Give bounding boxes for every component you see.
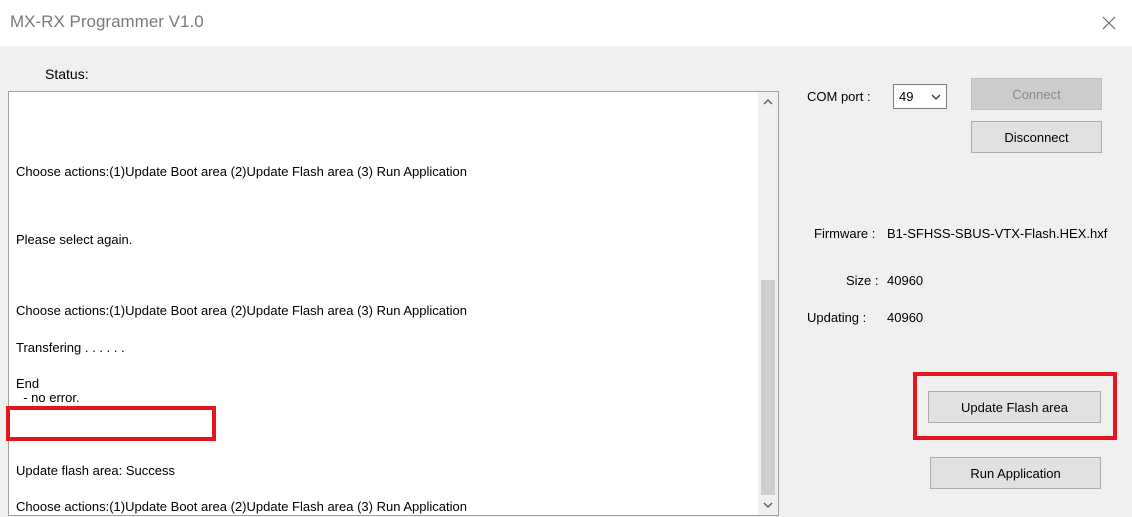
close-icon: [1102, 16, 1116, 30]
log-line: Choose actions:(1)Update Boot area (2)Up…: [16, 164, 467, 179]
log-line: - no error.: [16, 390, 80, 405]
firmware-label: Firmware :: [814, 226, 876, 241]
scroll-thumb[interactable]: [761, 280, 775, 495]
connect-button[interactable]: Connect: [971, 78, 1102, 110]
chevron-up-icon: [763, 98, 773, 105]
log-line-success: Update flash area: Success: [16, 463, 175, 478]
disconnect-button[interactable]: Disconnect: [971, 121, 1102, 153]
control-panel: COM port : 49 Connect Disconnect Firmwar…: [783, 46, 1132, 517]
log-line: Please select again.: [16, 232, 133, 247]
title-bar: MX-RX Programmer V1.0: [0, 0, 1132, 46]
updating-value: 40960: [887, 310, 924, 325]
log-line: Choose actions:(1)Update Boot area (2)Up…: [16, 499, 467, 514]
com-port-select[interactable]: 49: [893, 84, 947, 109]
updating-label: Updating :: [807, 310, 867, 325]
success-highlight-box: [6, 406, 216, 441]
chevron-down-icon: [763, 502, 773, 509]
window-title: MX-RX Programmer V1.0: [10, 12, 204, 31]
firmware-value: B1-SFHSS-SBUS-VTX-Flash.HEX.hxf: [887, 226, 1108, 241]
size-value: 40960: [887, 273, 924, 288]
status-log[interactable]: Choose actions:(1)Update Boot area (2)Up…: [8, 91, 779, 516]
com-port-value: 49: [899, 89, 914, 104]
size-label: Size :: [846, 273, 879, 288]
scroll-up-button[interactable]: [758, 92, 778, 112]
run-application-button[interactable]: Run Application: [930, 457, 1101, 489]
close-button[interactable]: [1086, 0, 1132, 46]
chevron-down-icon: [931, 94, 941, 100]
status-label: Status:: [45, 66, 89, 82]
vertical-scrollbar[interactable]: [758, 92, 778, 515]
update-flash-highlight-box: [913, 372, 1117, 440]
log-line: Choose actions:(1)Update Boot area (2)Up…: [16, 303, 467, 318]
log-line: Transfering . . . . . .: [16, 340, 125, 355]
scroll-down-button[interactable]: [758, 495, 778, 515]
main-panel: Status: Choose actions:(1)Update Boot ar…: [0, 46, 1132, 517]
com-port-label: COM port :: [807, 89, 871, 104]
